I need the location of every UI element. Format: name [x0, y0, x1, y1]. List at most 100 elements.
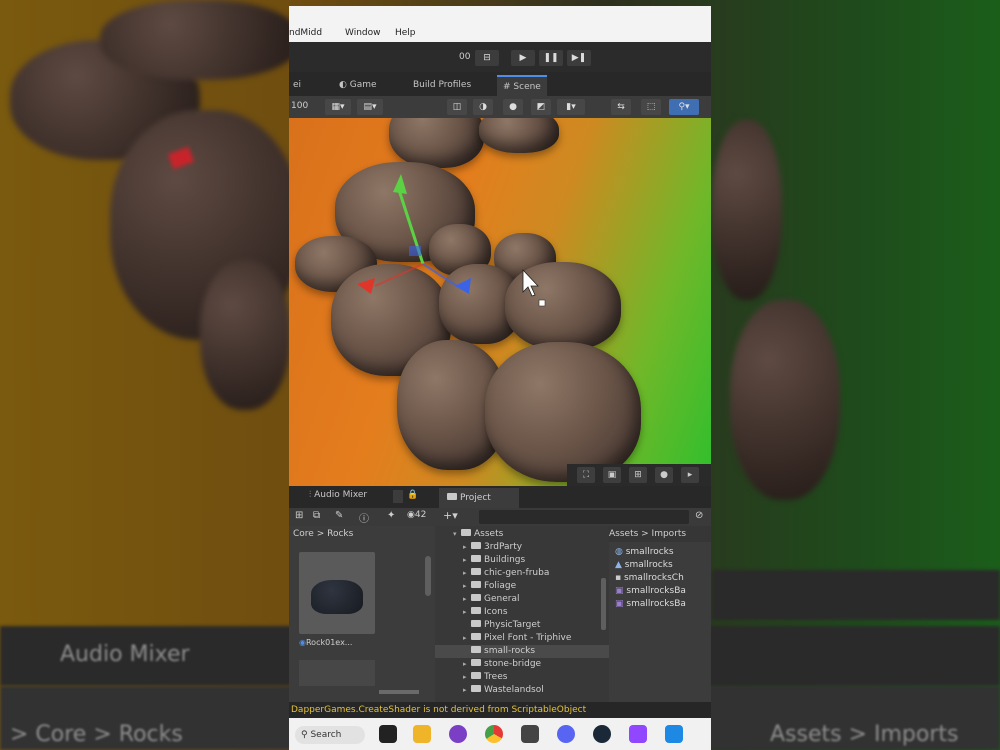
- tab-overflow-icon[interactable]: [393, 490, 403, 503]
- tab-project[interactable]: Project: [439, 488, 519, 508]
- menu-item-window[interactable]: Window: [345, 28, 381, 38]
- toolbar-filter-icon[interactable]: ⧉: [313, 510, 320, 521]
- camera-icon[interactable]: ⇆: [611, 99, 631, 115]
- vscode-icon[interactable]: [665, 725, 683, 743]
- tree-row-selected[interactable]: small-rocks: [435, 645, 609, 658]
- tree-row[interactable]: ▸ Buildings: [435, 554, 609, 567]
- expand-arrow-icon[interactable]: ▸: [463, 541, 471, 554]
- expand-arrow-icon[interactable]: ▾: [453, 528, 461, 541]
- expand-arrow-icon[interactable]: ▸: [463, 632, 471, 645]
- step-button[interactable]: ▶❚: [567, 50, 591, 66]
- tab-game[interactable]: ◐ Game: [333, 75, 383, 96]
- asset-row[interactable]: ▣ smallrocksBa: [615, 585, 686, 598]
- tree-row[interactable]: ▸ stone-bridge: [435, 658, 609, 671]
- tree-row[interactable]: ▸ Trees: [435, 671, 609, 684]
- expand-arrow-icon[interactable]: ▸: [463, 606, 471, 619]
- play-button[interactable]: ▶: [511, 50, 535, 66]
- tool-icon[interactable]: ⬚: [641, 99, 661, 115]
- tree-row[interactable]: PhysicTarget: [435, 619, 609, 632]
- twitch-icon[interactable]: [629, 725, 647, 743]
- audio-icon[interactable]: ●: [503, 99, 523, 115]
- tree-row[interactable]: ▸ Foliage: [435, 580, 609, 593]
- asset-thumbnail-label[interactable]: ◉Rock01ex...: [299, 638, 352, 647]
- lock-icon[interactable]: 🔒: [407, 490, 418, 500]
- gizmo-z-arrow-icon[interactable]: [455, 278, 471, 294]
- gizmos-dropdown[interactable]: ⚲▾: [669, 99, 699, 115]
- expand-arrow-icon[interactable]: ▸: [463, 671, 471, 684]
- gizmo-x-axis[interactable]: [374, 263, 424, 287]
- lighting-icon[interactable]: ◑: [473, 99, 493, 115]
- asset-thumbnail[interactable]: [299, 552, 375, 634]
- material-icon: ▣: [615, 586, 627, 596]
- toolbar-settings-icon[interactable]: ✎: [335, 510, 343, 521]
- unity-icon[interactable]: [521, 725, 539, 743]
- asset-row[interactable]: ▣ smallrocksBa: [615, 598, 686, 611]
- gizmo-plane-handle[interactable]: [409, 246, 421, 256]
- toolbar-snap-icon[interactable]: ⊞: [295, 510, 303, 521]
- overlay-sphere-icon[interactable]: ●: [655, 467, 673, 483]
- project-search-input[interactable]: [479, 510, 689, 524]
- breadcrumb-rocks[interactable]: Rocks: [327, 529, 353, 539]
- gizmo-z-axis[interactable]: [422, 263, 458, 287]
- search-options-icon[interactable]: ⊘: [695, 510, 703, 521]
- left-scrollbar[interactable]: [425, 556, 431, 596]
- taskbar-search[interactable]: ⚲ Search: [295, 726, 365, 744]
- scene-viewport[interactable]: ⛶ ▣ ⊞ ● ▸: [289, 118, 711, 486]
- add-asset-button[interactable]: +▾: [443, 509, 458, 522]
- menu-item-help[interactable]: Help: [395, 28, 416, 38]
- 2d-toggle-icon[interactable]: ◫: [447, 99, 467, 115]
- asset-label: smallrocks: [625, 547, 674, 557]
- asset-thumbnail-second[interactable]: [299, 660, 375, 686]
- overlay-fullscreen-icon[interactable]: ⛶: [577, 467, 595, 483]
- app-icon[interactable]: [449, 725, 467, 743]
- tree-row[interactable]: ▾ Assets: [435, 528, 609, 541]
- tab-scene[interactable]: # Scene: [497, 75, 547, 98]
- draw-mode-dropdown[interactable]: ▦▾: [325, 99, 351, 115]
- overlay-grid-icon[interactable]: ⊞: [629, 467, 647, 483]
- asset-row[interactable]: ▲ smallrocks: [615, 559, 673, 572]
- discord-icon[interactable]: [557, 725, 575, 743]
- expand-arrow-icon[interactable]: ▸: [463, 684, 471, 697]
- console-status-bar[interactable]: DapperGames.CreateShader is not derived …: [289, 702, 711, 718]
- tab-build-profiles[interactable]: Build Profiles: [407, 75, 477, 96]
- project-toolbar: ⊞ ⧉ ✎ ⓘ ✦ ◉42 +▾ ⊘: [289, 508, 711, 526]
- pause-button[interactable]: ❚❚: [539, 50, 563, 66]
- expand-arrow-icon[interactable]: ▸: [463, 554, 471, 567]
- expand-arrow-icon[interactable]: ▸: [463, 567, 471, 580]
- tree-row[interactable]: ▸ Wastelandsol: [435, 684, 609, 697]
- breadcrumb-core[interactable]: Core: [293, 529, 314, 539]
- task-view-icon[interactable]: [379, 725, 397, 743]
- layers-button[interactable]: ⊟: [475, 50, 499, 66]
- move-gizmo[interactable]: [289, 118, 711, 486]
- menu-item-partial[interactable]: ndMidd: [289, 28, 322, 38]
- file-explorer-icon[interactable]: [413, 725, 431, 743]
- overlay-more-icon[interactable]: ▸: [681, 467, 699, 483]
- steam-icon[interactable]: [593, 725, 611, 743]
- thumbnail-size-slider[interactable]: [379, 690, 419, 694]
- folder-icon: [471, 581, 481, 588]
- asset-row[interactable]: ◍ smallrocks: [615, 546, 674, 559]
- play-toolbar: 00 ⊟ ▶ ❚❚ ▶❚: [289, 42, 711, 72]
- tree-row[interactable]: ▸ chic-gen-fruba: [435, 567, 609, 580]
- gizmo-x-arrow-icon[interactable]: [357, 278, 375, 294]
- render-mode-dropdown[interactable]: ▤▾: [357, 99, 383, 115]
- chrome-icon[interactable]: [485, 725, 503, 743]
- hidden-objects-dropdown[interactable]: ▮▾: [557, 99, 585, 115]
- expand-arrow-icon[interactable]: ▸: [463, 580, 471, 593]
- tree-row[interactable]: ▸ Icons: [435, 606, 609, 619]
- tree-row[interactable]: ▸ General: [435, 593, 609, 606]
- expand-arrow-icon[interactable]: ▸: [463, 658, 471, 671]
- assets-breadcrumb[interactable]: Assets > Imports: [609, 526, 711, 542]
- tree-row[interactable]: ▸ 3rdParty: [435, 541, 609, 554]
- overlay-view-icon[interactable]: ▣: [603, 467, 621, 483]
- tree-scrollbar[interactable]: [601, 578, 606, 630]
- tree-row[interactable]: ▸ Pixel Font - Triphive: [435, 632, 609, 645]
- tab-audio-mixer[interactable]: ⫶ Audio Mixer: [309, 490, 367, 500]
- toolbar-info-icon[interactable]: ⓘ: [359, 510, 369, 525]
- expand-arrow-icon[interactable]: ▸: [463, 593, 471, 606]
- toolbar-favorite-icon[interactable]: ✦: [387, 510, 395, 521]
- gizmo-y-arrow-icon[interactable]: [393, 174, 407, 194]
- asset-row[interactable]: ▪ smallrocksCh: [615, 572, 684, 585]
- tab-partial[interactable]: ei: [289, 75, 307, 96]
- effects-icon[interactable]: ◩: [531, 99, 551, 115]
